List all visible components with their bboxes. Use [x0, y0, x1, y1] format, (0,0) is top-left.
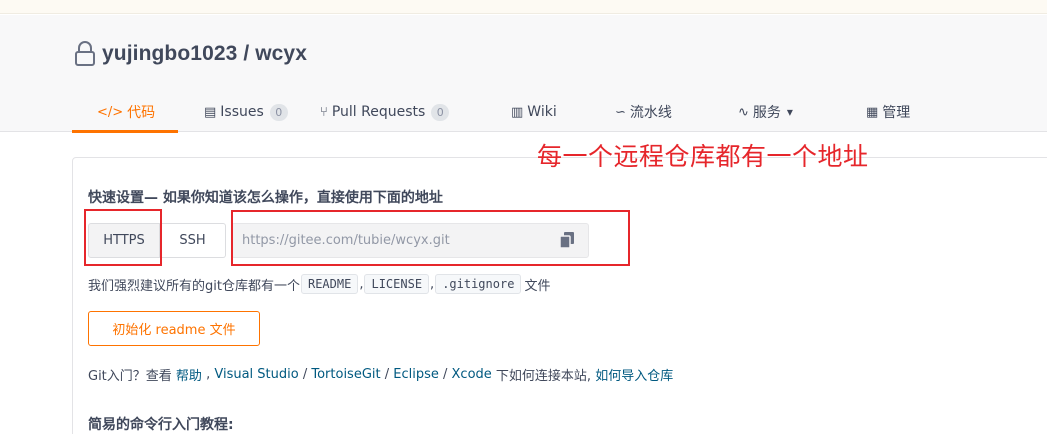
- separator: ,: [201, 366, 215, 382]
- init-readme-button[interactable]: 初始化 readme 文件: [88, 311, 260, 346]
- services-icon: ∿: [738, 104, 749, 120]
- gitignore-chip[interactable]: .gitignore: [435, 274, 522, 294]
- repo-title: yujingbo1023 / wcyx: [74, 41, 307, 67]
- separator: /: [298, 366, 312, 382]
- tab-pipeline[interactable]: ∽ 流水线: [615, 92, 738, 132]
- tab-pipeline-label: 流水线: [629, 105, 672, 121]
- recommend-files-line: 我们强烈建议所有的git仓库都有一个 README , LICENSE , .g…: [88, 271, 550, 297]
- pull-requests-count-badge: 0: [431, 103, 450, 121]
- tab-issues-label: Issues: [220, 104, 264, 120]
- repo-separator: /: [237, 42, 256, 65]
- pull-request-icon: ⑂: [320, 104, 328, 120]
- tab-wiki-label: Wiki: [527, 104, 557, 120]
- annotation-text: 每一个远程仓库都有一个地址: [537, 142, 869, 171]
- import-repo-link[interactable]: 如何导入仓库: [595, 365, 673, 384]
- tab-manage[interactable]: ▦ 管理: [866, 92, 946, 132]
- issues-count-badge: 0: [269, 103, 288, 121]
- repo-owner-link[interactable]: yujingbo1023: [102, 42, 237, 66]
- wiki-icon: ▥: [511, 104, 524, 120]
- visual-studio-link[interactable]: Visual Studio: [214, 367, 298, 382]
- top-notice-strip: [0, 0, 1047, 14]
- tab-wiki[interactable]: ▥ Wiki: [511, 92, 615, 132]
- quick-setup-title: 快速设置— 如果你知道该怎么操作，直接使用下面的地址: [88, 190, 443, 206]
- repo-name-link[interactable]: wcyx: [255, 42, 307, 66]
- license-chip[interactable]: LICENSE: [364, 274, 430, 294]
- tab-pull-requests[interactable]: ⑂ Pull Requests 0: [320, 92, 511, 132]
- tab-pull-requests-label: Pull Requests: [331, 104, 426, 120]
- xcode-link[interactable]: Xcode: [452, 367, 492, 382]
- comma: ,: [359, 276, 364, 292]
- recommend-prefix: 我们强烈建议所有的git仓库都有一个: [88, 278, 300, 294]
- pipeline-icon: ∽: [615, 104, 626, 120]
- tutorial-title: 简易的命令行入门教程:: [88, 417, 234, 433]
- comma: ,: [430, 276, 435, 292]
- annotation-box-url: [231, 210, 630, 266]
- issues-icon: ▤: [204, 104, 217, 120]
- git-help-line: Git入门？查看 帮助 , Visual Studio / TortoiseGi…: [88, 363, 673, 385]
- code-icon: </>: [97, 104, 124, 120]
- help-prefix: Git入门？查看: [88, 368, 176, 384]
- separator: /: [438, 366, 452, 382]
- repo-tabs: </> 代码 ▤ Issues 0 ⑂ Pull Requests 0 ▥ Wi…: [72, 92, 946, 133]
- lock-icon: [74, 41, 96, 67]
- tab-services[interactable]: ∿ 服务 ▾: [738, 92, 866, 132]
- annotation-box-https: [84, 209, 162, 266]
- recommend-suffix: 文件: [524, 278, 551, 294]
- chevron-down-icon: ▾: [786, 105, 793, 119]
- ssh-button[interactable]: SSH: [160, 223, 226, 258]
- help-link[interactable]: 帮助: [176, 365, 202, 384]
- separator: /: [380, 366, 394, 382]
- tab-code[interactable]: </> 代码: [72, 92, 178, 133]
- manage-icon: ▦: [866, 104, 879, 120]
- tab-code-label: 代码: [127, 105, 156, 121]
- readme-chip[interactable]: README: [300, 274, 359, 294]
- help-middle: 下如何连接本站,: [491, 368, 596, 384]
- tab-manage-label: 管理: [882, 105, 911, 121]
- tab-services-label: 服务: [752, 105, 781, 121]
- tortoisegit-link[interactable]: TortoiseGit: [311, 367, 380, 382]
- tab-issues[interactable]: ▤ Issues 0: [178, 92, 320, 132]
- eclipse-link[interactable]: Eclipse: [393, 367, 439, 382]
- repo-header: yujingbo1023 / wcyx </> 代码 ▤ Issues 0 ⑂ …: [0, 15, 1047, 133]
